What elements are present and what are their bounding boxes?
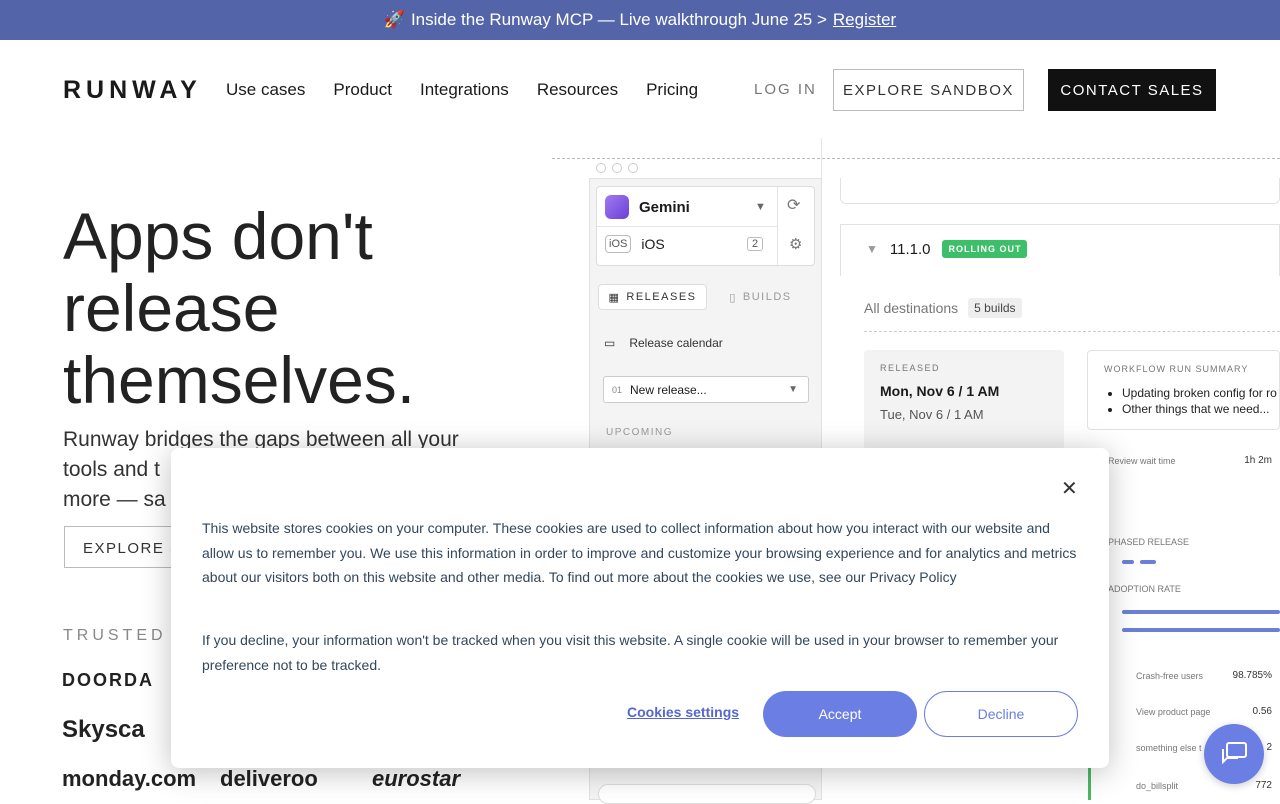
hero-title-line: themselves. (63, 343, 416, 417)
tab-label: BUILDS (742, 291, 792, 303)
grid-icon: ▦ (608, 291, 621, 304)
workflow-summary-card: WORKFLOW RUN SUMMARY Updating broken con… (1087, 350, 1280, 430)
sync-icon[interactable]: ⟳ (787, 195, 800, 215)
chat-button[interactable] (1204, 724, 1264, 784)
deliveroo-logo: deliveroo (220, 766, 318, 791)
window-controls (596, 163, 638, 173)
cookies-settings-link[interactable]: Cookies settings (627, 704, 739, 720)
release-date: Mon, Nov 6 / 1 AM (880, 383, 1000, 399)
metric-label: Review wait time (1108, 455, 1176, 466)
decline-button[interactable]: Decline (924, 691, 1078, 737)
nav-pricing[interactable]: Pricing (646, 80, 698, 100)
hero-title-line: release (63, 271, 280, 345)
metric-value: 2 (1266, 742, 1272, 753)
chevron-down-icon: ▼ (755, 201, 766, 213)
metric-label: something else t (1136, 742, 1202, 753)
platform-name: iOS (641, 236, 665, 252)
released-label: RELEASED (880, 363, 941, 373)
accept-button[interactable]: Accept (763, 691, 917, 737)
workflow-item: Other things that we need... (1122, 401, 1277, 417)
calendar-label: Release calendar (629, 336, 723, 350)
phased-bar (1122, 560, 1134, 564)
runway-logo[interactable]: RUNWAY (63, 76, 202, 105)
top-nav: RUNWAY Use cases Product Integrations Re… (0, 40, 1280, 140)
nav-use-cases[interactable]: Use cases (226, 80, 305, 100)
hero-title: Apps don't release themselves. (63, 200, 415, 416)
ios-icon: iOS (605, 235, 632, 253)
contact-sales-button[interactable]: CONTACT SALES (1048, 69, 1216, 111)
mockup-divider (552, 158, 1280, 159)
released-card: RELEASED Mon, Nov 6 / 1 AM Tue, Nov 6 / … (864, 350, 1064, 450)
metric-value: 772 (1255, 780, 1272, 791)
release-card (840, 178, 1280, 204)
release-date: Tue, Nov 6 / 1 AM (880, 407, 984, 422)
register-link[interactable]: Register (833, 10, 896, 30)
cookie-text: This website stores cookies on your comp… (202, 520, 1077, 586)
nav-product[interactable]: Product (333, 80, 392, 100)
box-icon: ▯ (729, 291, 737, 304)
login-link[interactable]: LOG IN (754, 81, 817, 98)
release-prefix: 01 (612, 384, 623, 395)
destinations-row: All destinations 5 builds (864, 298, 1022, 318)
phased-label: PHASED RELEASE (1108, 537, 1190, 547)
metric-label: do_billsplit (1136, 780, 1179, 791)
eurostar-logo: eurostar (372, 766, 461, 791)
metric-row: Crash-free users 98.785% (1108, 670, 1280, 681)
announcement-banner: 🚀 Inside the Runway MCP — Live walkthrou… (0, 0, 1280, 40)
builds-count: 5 builds (968, 298, 1022, 318)
new-release-select[interactable]: 01 New release... ▼ (603, 376, 809, 403)
cookie-text-decline: If you decline, your information won't b… (202, 632, 1059, 673)
metric-label: Crash-free users (1136, 670, 1204, 681)
nav-integrations[interactable]: Integrations (420, 80, 509, 100)
phased-release-label: PHASED RELEASE (1108, 537, 1280, 547)
nav-resources[interactable]: Resources (537, 80, 618, 100)
chevron-down-icon: ▼ (788, 384, 798, 395)
chat-icon (1222, 742, 1247, 765)
metric-row: View product page 0.56 (1108, 706, 1280, 717)
release-version: 11.1.0 (889, 240, 931, 258)
app-name: Gemini (639, 198, 690, 216)
explore-sandbox-button[interactable]: EXPLORE SANDBOX (833, 69, 1024, 111)
workflow-item: Updating broken config for ro (1122, 385, 1277, 401)
release-version-row[interactable]: ▼ 11.1.0 ROLLING OUT (866, 240, 1028, 258)
cookie-dialog: ✕ This website stores cookies on your co… (171, 448, 1109, 768)
skyscanner-logo: Skysca (62, 716, 145, 743)
tab-builds[interactable]: ▯ BUILDS (707, 284, 814, 310)
monday-logo: monday.com (62, 766, 197, 791)
tab-releases[interactable]: ▦ RELEASES (598, 284, 707, 310)
upcoming-label: UPCOMING (606, 427, 673, 438)
metric-row: do_billsplit 772 (1108, 780, 1280, 791)
review-wait-row: Review wait time 1h 2m (1108, 455, 1280, 466)
metric-value: 1h 2m (1244, 455, 1272, 466)
metric-value: 0.56 (1252, 706, 1272, 717)
release-calendar-item[interactable]: ▭ Release calendar (604, 336, 723, 350)
adoption-label: ADOPTION RATE (1108, 584, 1181, 594)
phased-bar (1140, 560, 1156, 564)
rocket-icon: 🚀 (383, 10, 405, 29)
workflow-label: WORKFLOW RUN SUMMARY (1104, 364, 1249, 374)
doordash-logo: DOORDA (62, 670, 154, 690)
hero-title-line: Apps don't (63, 199, 373, 273)
metric-label: View product page (1136, 706, 1211, 717)
sidebar-footer (598, 784, 816, 804)
nav-links: Use cases Product Integrations Resources… (226, 80, 698, 100)
gemini-icon (605, 195, 629, 219)
adoption-bar (1122, 628, 1280, 632)
close-icon[interactable]: ✕ (1061, 476, 1078, 501)
new-release-label: New release... (630, 382, 707, 397)
adoption-bar (1122, 610, 1280, 614)
gear-icon[interactable]: ⚙ (789, 235, 802, 253)
banner-text: Inside the Runway MCP — Live walkthrough… (410, 10, 827, 29)
metric-value: 98.785% (1232, 670, 1272, 681)
mockup-tabs: ▦ RELEASES ▯ BUILDS (598, 284, 814, 310)
platform-count: 2 (747, 237, 764, 251)
destinations-label: All destinations (864, 300, 959, 316)
status-badge: ROLLING OUT (942, 240, 1028, 258)
adoption-rate-label: ADOPTION RATE (1108, 584, 1280, 594)
calendar-icon: ▭ (604, 336, 616, 350)
app-selector[interactable]: Gemini ▼ iOS iOS 2 ⟳ ⚙ (596, 186, 815, 267)
triangle-down-icon: ▼ (866, 242, 878, 256)
tab-label: RELEASES (626, 291, 697, 303)
